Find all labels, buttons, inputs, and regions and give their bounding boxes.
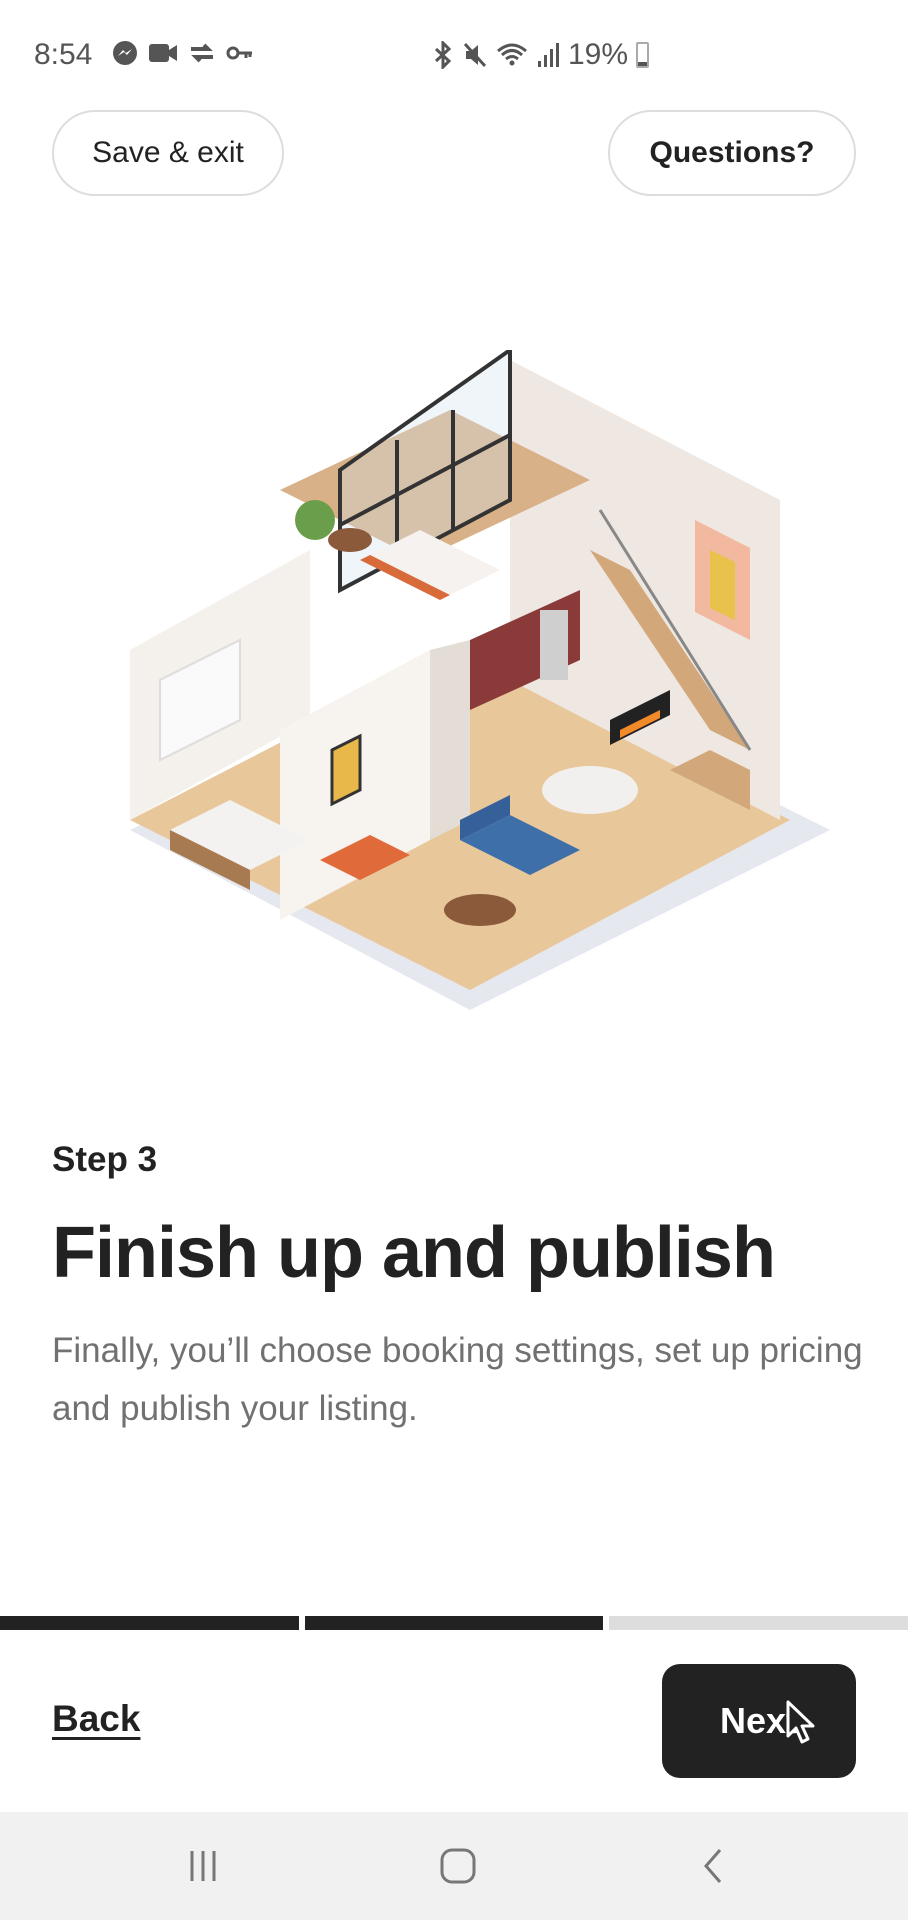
- system-back-button[interactable]: [683, 1838, 743, 1894]
- progress-bar: [0, 1616, 908, 1630]
- home-button[interactable]: [428, 1838, 488, 1894]
- page-description: Finally, you’ll choose booking settings,…: [52, 1331, 863, 1428]
- signal-icon: [538, 43, 559, 67]
- next-button[interactable]: Next: [662, 1664, 856, 1778]
- notification-icons: [112, 40, 254, 66]
- questions-button[interactable]: Questions?: [608, 110, 856, 196]
- key-icon: [226, 46, 252, 60]
- battery-percent: 19%: [568, 38, 629, 71]
- mouse-cursor-icon: [786, 1700, 815, 1744]
- hot-tub: [328, 528, 372, 552]
- progress-segment: [0, 1616, 299, 1630]
- system-status-icons: 19%: [432, 38, 650, 72]
- house-illustration: [130, 350, 830, 1010]
- coffee-table: [444, 894, 516, 926]
- video-camera-icon: [149, 44, 177, 62]
- step-label: Step 3: [52, 1140, 158, 1179]
- back-chevron-icon: [704, 1849, 722, 1883]
- wifi-icon: [497, 43, 527, 66]
- system-navigation-bar: [0, 1812, 908, 1920]
- plant: [295, 500, 335, 540]
- page-title: Finish up and publish: [52, 1213, 776, 1293]
- status-time: 8:54: [34, 38, 93, 71]
- battery-icon: [636, 42, 650, 68]
- dining-table: [542, 766, 638, 814]
- back-button[interactable]: Back: [52, 1698, 140, 1740]
- messenger-icon: [113, 41, 137, 65]
- save-and-exit-button[interactable]: Save & exit: [52, 110, 284, 196]
- mute-icon: [463, 42, 487, 68]
- progress-segment: [609, 1616, 908, 1630]
- home-icon: [440, 1848, 476, 1884]
- sync-check-icon: [191, 43, 213, 63]
- recent-apps-button[interactable]: [173, 1838, 233, 1894]
- battery-fill: [638, 61, 648, 66]
- status-bar: 8:54 19%: [0, 0, 908, 110]
- recent-apps-icon: [190, 1851, 216, 1881]
- bluetooth-icon: [434, 41, 452, 69]
- progress-segment: [304, 1616, 604, 1630]
